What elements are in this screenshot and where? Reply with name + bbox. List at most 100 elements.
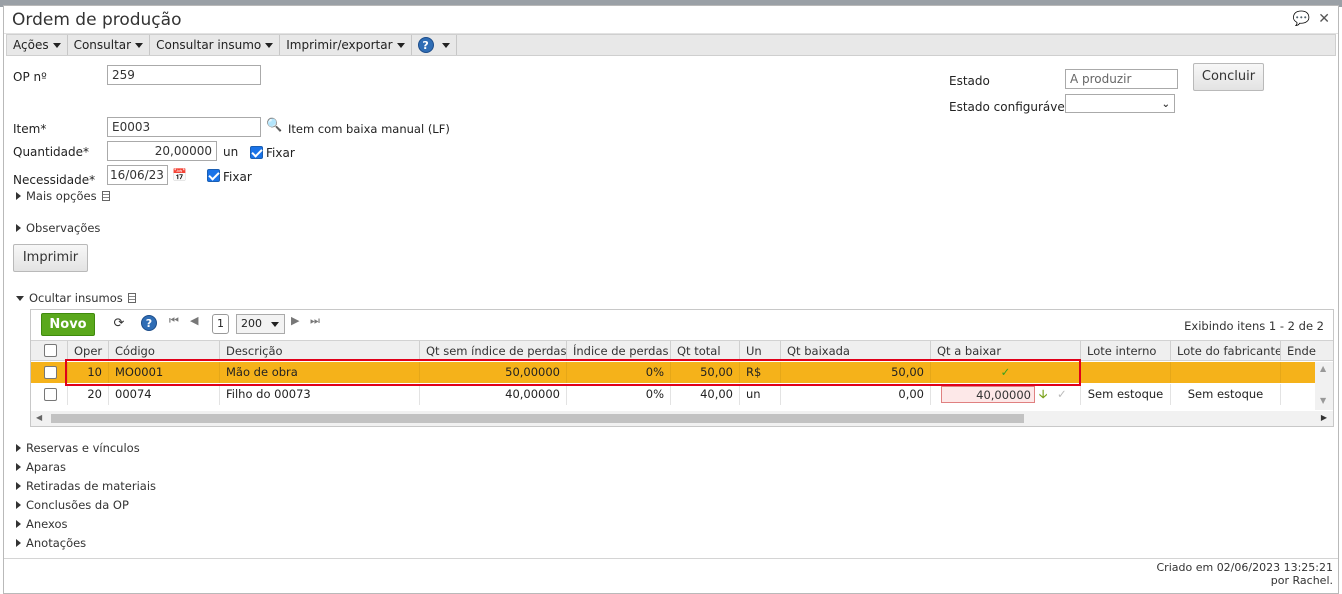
reservas-toggle[interactable]: Reservas e vínculos [16,441,140,455]
novo-button[interactable]: Novo [41,313,95,336]
mais-opcoes-toggle[interactable]: Mais opções [16,189,110,203]
table-row[interactable]: 20 00074 Filho do 00073 40,00000 0% 40,0… [31,384,1315,405]
quantidade-field[interactable] [107,141,217,161]
vertical-scrollbar[interactable]: ▲ ▼ [1315,362,1333,410]
expand-arrow-icon [16,539,21,547]
fixar-quantidade-checkbox[interactable] [250,146,263,159]
qt-baixada-cell: 0,00 [781,384,931,405]
column-header[interactable]: Qt a baixar [931,341,1081,361]
checkmark-icon[interactable]: ✓ [1057,384,1067,405]
necessidade-date-field[interactable] [107,165,168,185]
last-page-icon[interactable]: ⏭ [310,314,320,328]
select-all-checkbox[interactable] [31,341,68,361]
item-field[interactable] [107,117,261,137]
column-header[interactable]: Código [109,341,220,361]
observacoes-toggle[interactable]: Observações [16,221,100,235]
row-checkbox[interactable] [44,366,57,379]
close-icon[interactable]: ✕ [1318,11,1330,27]
scroll-right-icon[interactable]: ▶ [1321,413,1327,422]
refresh-icon[interactable]: ⟳ [109,314,129,334]
expand-arrow-icon [16,520,21,528]
column-header[interactable]: Qt baixada [781,341,931,361]
first-page-icon[interactable]: ⏮ [169,314,179,328]
op-number-field[interactable] [107,65,261,85]
section-label: Observações [26,221,101,235]
column-header[interactable]: Índice de perdas [567,341,671,361]
un-cell: un [740,384,781,405]
section-label: Reservas e vínculos [26,441,140,455]
fixar-necessidade-checkbox[interactable] [207,169,220,182]
qt-a-baixar-input[interactable] [941,386,1035,403]
item-description: Item com baixa manual (LF) [288,122,450,136]
anexos-toggle[interactable]: Anexos [16,517,68,531]
row-checkbox-cell [31,384,68,405]
chevron-down-icon [52,42,61,48]
retiradas-toggle[interactable]: Retiradas de materiais [16,479,156,493]
concluir-button[interactable]: Concluir [1193,63,1264,91]
column-header[interactable]: Qt total [671,341,740,361]
chevron-down-icon [135,42,144,48]
aparas-toggle[interactable]: Aparas [16,460,66,474]
scroll-up-icon[interactable]: ▲ [1320,364,1326,373]
scroll-down-icon[interactable]: ▼ [1320,396,1326,405]
section-label: Conclusões da OP [26,498,129,512]
qt-a-baixar-cell: 🡣 ✓ [931,384,1081,405]
chevron-down-icon: ⌄ [1161,99,1170,110]
lote-interno-cell: Sem estoque [1081,384,1171,405]
calendar-icon[interactable]: 📅 [172,168,187,182]
menu-acoes[interactable]: Ações [7,35,68,55]
item-label: Item* [13,122,47,136]
fixar-label: Fixar [223,170,252,184]
section-label: Anexos [26,517,68,531]
column-header[interactable]: Ende [1281,341,1333,361]
column-header[interactable]: Lote interno [1081,341,1171,361]
current-page[interactable]: 1 [212,314,229,334]
scroll-left-icon[interactable]: ◀ [36,413,42,422]
column-header[interactable]: Descrição [220,341,420,361]
chat-icon[interactable]: 💬 [1293,11,1310,27]
row-checkbox-cell [31,362,68,383]
qt-sem-indice-cell: 40,00000 [420,384,567,405]
grid-header: Oper Código Descrição Qt sem índice de p… [31,340,1333,361]
lote-fabricante-cell [1171,362,1281,383]
expand-arrow-icon [16,501,21,509]
row-checkbox[interactable] [44,388,57,401]
help-icon[interactable]: ? [139,314,159,334]
oper-cell: 20 [68,384,109,405]
scrollbar-thumb[interactable] [51,414,1024,423]
per-page-select[interactable]: 200 [236,314,285,334]
menu-imprimir-exportar[interactable]: Imprimir/exportar [280,35,412,55]
menu-consultar-insumo[interactable]: Consultar insumo [150,35,281,55]
imprimir-button[interactable]: Imprimir [13,244,88,272]
search-icon[interactable]: 🔍 [266,118,282,133]
menu-consultar[interactable]: Consultar [68,35,151,55]
ocultar-insumos-toggle[interactable]: Ocultar insumos [16,291,136,305]
expand-arrow-icon [16,444,21,452]
column-header[interactable]: Oper [68,341,109,361]
column-header[interactable]: Un [740,341,781,361]
column-header[interactable]: Lote do fabricante [1171,341,1281,361]
section-label: Mais opções [26,189,97,203]
created-info: Criado em 02/06/2023 13:25:21 por Rachel… [1157,561,1334,587]
quantidade-unit: un [223,145,239,159]
download-arrow-icon[interactable]: 🡣 [1039,384,1047,405]
op-label: OP nº [13,70,47,84]
estado-configuravel-select[interactable]: ⌄ [1065,94,1175,113]
chevron-down-icon [271,322,279,327]
menu-help[interactable]: ? [412,35,457,55]
column-header[interactable]: Qt sem índice de perdas [420,341,567,361]
expand-arrow-icon [16,224,21,232]
anotacoes-toggle[interactable]: Anotações [16,536,86,550]
expand-arrow-icon [16,192,21,200]
section-label: Aparas [26,460,66,474]
conclusoes-toggle[interactable]: Conclusões da OP [16,498,129,512]
previous-page-icon[interactable]: ◀ [190,314,198,327]
quantidade-label: Quantidade* [13,145,90,159]
lote-interno-cell [1081,362,1171,383]
horizontal-scrollbar[interactable]: ◀ ▶ [31,411,1333,426]
codigo-cell: 00074 [109,384,220,405]
next-page-icon[interactable]: ▶ [291,314,299,327]
expand-arrow-icon [16,482,21,490]
document-icon [101,191,110,201]
menu-bar: Ações Consultar Consultar insumo Imprimi… [6,34,1336,56]
